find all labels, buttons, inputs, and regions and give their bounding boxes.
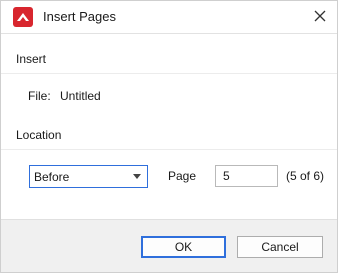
insert-section-label: Insert [16,52,47,66]
insert-divider [1,73,337,74]
location-divider [1,149,337,150]
page-label: Page [168,169,197,183]
page-number-input[interactable] [215,165,278,187]
dialog-title: Insert Pages [43,9,116,24]
file-row: File: Untitled [28,89,101,103]
title-bar: Insert Pages [1,1,337,33]
close-icon[interactable] [311,7,329,25]
cancel-button[interactable]: Cancel [237,236,323,258]
position-dropdown-value: Before [34,170,70,184]
location-section-label: Location [16,128,62,142]
chevron-down-icon [133,174,141,179]
app-logo-icon [13,7,33,27]
insert-pages-dialog: Insert Pages Insert File: Untitled Locat… [0,0,338,273]
file-label: File: [28,89,51,103]
ok-button[interactable]: OK [141,236,226,258]
page-count-text: (5 of 6) [286,169,325,183]
position-dropdown[interactable]: Before [29,165,148,188]
file-value: Untitled [60,89,101,103]
title-divider [1,33,337,34]
